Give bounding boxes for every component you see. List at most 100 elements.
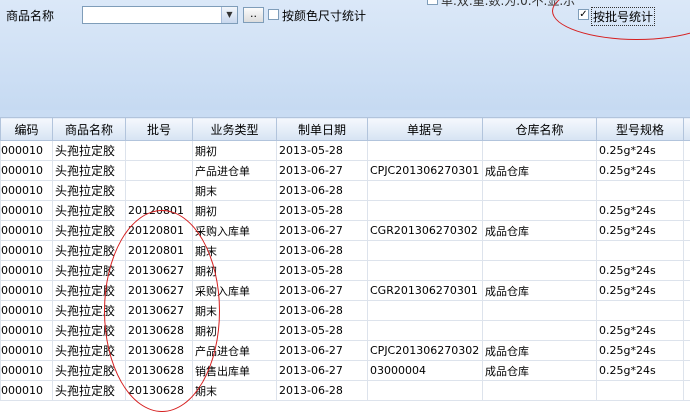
cell-extra bbox=[683, 260, 690, 281]
cell-doc-no bbox=[367, 180, 483, 201]
report-table: 编码 商品名称 批号 业务类型 制单日期 单据号 仓库名称 型号规格 00001… bbox=[0, 117, 690, 401]
product-name-combo[interactable]: ▼ bbox=[82, 6, 238, 24]
cell-product-name: 头孢拉定胶 bbox=[52, 380, 126, 401]
cell-code: 000010 bbox=[0, 360, 53, 381]
cell-batch bbox=[125, 160, 193, 181]
cell-code: 000010 bbox=[0, 200, 53, 221]
col-header-doc-no[interactable]: 单据号 bbox=[367, 117, 483, 141]
cell-code: 000010 bbox=[0, 240, 53, 261]
table-row[interactable]: 000010 头孢拉定胶 产品进仓单 2013-06-27 CPJC2013062703… bbox=[0, 160, 690, 181]
table-row[interactable]: 000010 头孢拉定胶 期初 2013-05-28 0.25g*24s bbox=[0, 140, 690, 161]
cell-warehouse bbox=[482, 300, 597, 321]
cell-product-name: 头孢拉定胶 bbox=[52, 220, 126, 241]
cell-doc-no: CPJC201306270301 bbox=[367, 160, 483, 181]
cell-doc-no bbox=[367, 140, 483, 161]
cell-spec: 0.25g*24s bbox=[596, 340, 684, 361]
cell-doc-no bbox=[367, 320, 483, 341]
table-row[interactable]: 000010 头孢拉定胶 期末 2013-06-28 bbox=[0, 180, 690, 201]
cell-product-name: 头孢拉定胶 bbox=[52, 180, 126, 201]
cell-spec bbox=[596, 180, 684, 201]
table-row[interactable]: 000010 头孢拉定胶 20120801 采购入库单 2013-06-27 CGR201… bbox=[0, 220, 690, 241]
cell-warehouse: 成品仓库 bbox=[482, 280, 597, 301]
cell-warehouse bbox=[482, 180, 597, 201]
table-row[interactable]: 000010 头孢拉定胶 20120801 期末 2013-06-28 bbox=[0, 240, 690, 261]
cell-doc-no bbox=[367, 300, 483, 321]
cell-date: 2013-05-28 bbox=[276, 200, 368, 221]
cell-code: 000010 bbox=[0, 300, 53, 321]
cell-extra bbox=[683, 140, 690, 161]
chevron-down-icon[interactable]: ▼ bbox=[221, 7, 237, 23]
browse-button[interactable]: .. bbox=[243, 7, 264, 23]
cell-product-name: 头孢拉定胶 bbox=[52, 140, 126, 161]
table-row[interactable]: 000010 头孢拉定胶 20130628 期末 2013-06-28 bbox=[0, 380, 690, 401]
cell-product-name: 头孢拉定胶 bbox=[52, 160, 126, 181]
cell-business-type: 期初 bbox=[192, 200, 277, 221]
cell-warehouse: 成品仓库 bbox=[482, 360, 597, 381]
cell-spec: 0.25g*24s bbox=[596, 260, 684, 281]
cell-code: 000010 bbox=[0, 320, 53, 341]
cell-date: 2013-05-28 bbox=[276, 320, 368, 341]
cell-warehouse bbox=[482, 260, 597, 281]
col-header-extra[interactable] bbox=[683, 117, 690, 141]
cell-extra bbox=[683, 200, 690, 221]
cell-business-type: 采购入库单 bbox=[192, 220, 277, 241]
product-name-label: 商品名称 bbox=[6, 9, 55, 23]
cell-date: 2013-06-28 bbox=[276, 300, 368, 321]
table-row[interactable]: 000010 头孢拉定胶 20120801 期初 2013-05-28 0.25g*24s bbox=[0, 200, 690, 221]
cell-date: 2013-06-28 bbox=[276, 380, 368, 401]
cell-code: 000010 bbox=[0, 260, 53, 281]
cell-warehouse: 成品仓库 bbox=[482, 340, 597, 361]
table-row[interactable]: 000010 头孢拉定胶 20130627 期初 2013-05-28 0.25g*24s bbox=[0, 260, 690, 281]
color-size-label: 按颜色尺寸统计 bbox=[282, 9, 367, 23]
cell-spec bbox=[596, 380, 684, 401]
cell-code: 000010 bbox=[0, 280, 53, 301]
table-row[interactable]: 000010 头孢拉定胶 20130628 销售出库单 2013-06-27 030000… bbox=[0, 360, 690, 381]
cell-warehouse bbox=[482, 240, 597, 261]
cell-warehouse: 成品仓库 bbox=[482, 160, 597, 181]
cell-spec: 0.25g*24s bbox=[596, 160, 684, 181]
col-header-product-name[interactable]: 商品名称 bbox=[52, 117, 126, 141]
cell-date: 2013-06-27 bbox=[276, 360, 368, 381]
cell-batch bbox=[125, 140, 193, 161]
col-header-business-type[interactable]: 业务类型 bbox=[192, 117, 277, 141]
cell-extra bbox=[683, 280, 690, 301]
cell-extra bbox=[683, 380, 690, 401]
cell-extra bbox=[683, 220, 690, 241]
cell-spec: 0.25g*24s bbox=[596, 140, 684, 161]
cell-extra bbox=[683, 240, 690, 261]
cell-doc-no: CGR201306270302 bbox=[367, 220, 483, 241]
cell-date: 2013-06-27 bbox=[276, 340, 368, 361]
cell-extra bbox=[683, 320, 690, 341]
cell-doc-no bbox=[367, 260, 483, 281]
cell-spec bbox=[596, 300, 684, 321]
cell-spec: 0.25g*24s bbox=[596, 320, 684, 341]
col-header-batch[interactable]: 批号 bbox=[125, 117, 193, 141]
cell-code: 000010 bbox=[0, 160, 53, 181]
cell-code: 000010 bbox=[0, 380, 53, 401]
header-row: 编码 商品名称 批号 业务类型 制单日期 单据号 仓库名称 型号规格 bbox=[0, 117, 690, 141]
cell-warehouse bbox=[482, 320, 597, 341]
annotation-ellipse-batch-column bbox=[104, 210, 220, 412]
cell-code: 000010 bbox=[0, 180, 53, 201]
cell-date: 2013-05-28 bbox=[276, 260, 368, 281]
col-header-date[interactable]: 制单日期 bbox=[276, 117, 368, 141]
col-header-warehouse[interactable]: 仓库名称 bbox=[482, 117, 597, 141]
cell-batch bbox=[125, 180, 193, 201]
cell-doc-no bbox=[367, 200, 483, 221]
cell-extra bbox=[683, 340, 690, 361]
table-row[interactable]: 000010 头孢拉定胶 20130628 产品进仓单 2013-06-27 CPJC20… bbox=[0, 340, 690, 361]
cell-doc-no: CPJC201306270302 bbox=[367, 340, 483, 361]
cell-date: 2013-05-28 bbox=[276, 140, 368, 161]
cell-spec: 0.25g*24s bbox=[596, 220, 684, 241]
col-header-code[interactable]: 编码 bbox=[0, 117, 53, 141]
cell-code: 000010 bbox=[0, 340, 53, 361]
color-size-checkbox[interactable] bbox=[268, 9, 279, 20]
cell-extra bbox=[683, 300, 690, 321]
cell-date: 2013-06-28 bbox=[276, 240, 368, 261]
cell-doc-no: 03000004 bbox=[367, 360, 483, 381]
cell-doc-no bbox=[367, 240, 483, 261]
cell-business-type: 产品进仓单 bbox=[192, 160, 277, 181]
hidden-partial-checkbox[interactable] bbox=[427, 0, 438, 5]
cell-business-type: 期末 bbox=[192, 380, 277, 401]
col-header-spec[interactable]: 型号规格 bbox=[596, 117, 684, 141]
